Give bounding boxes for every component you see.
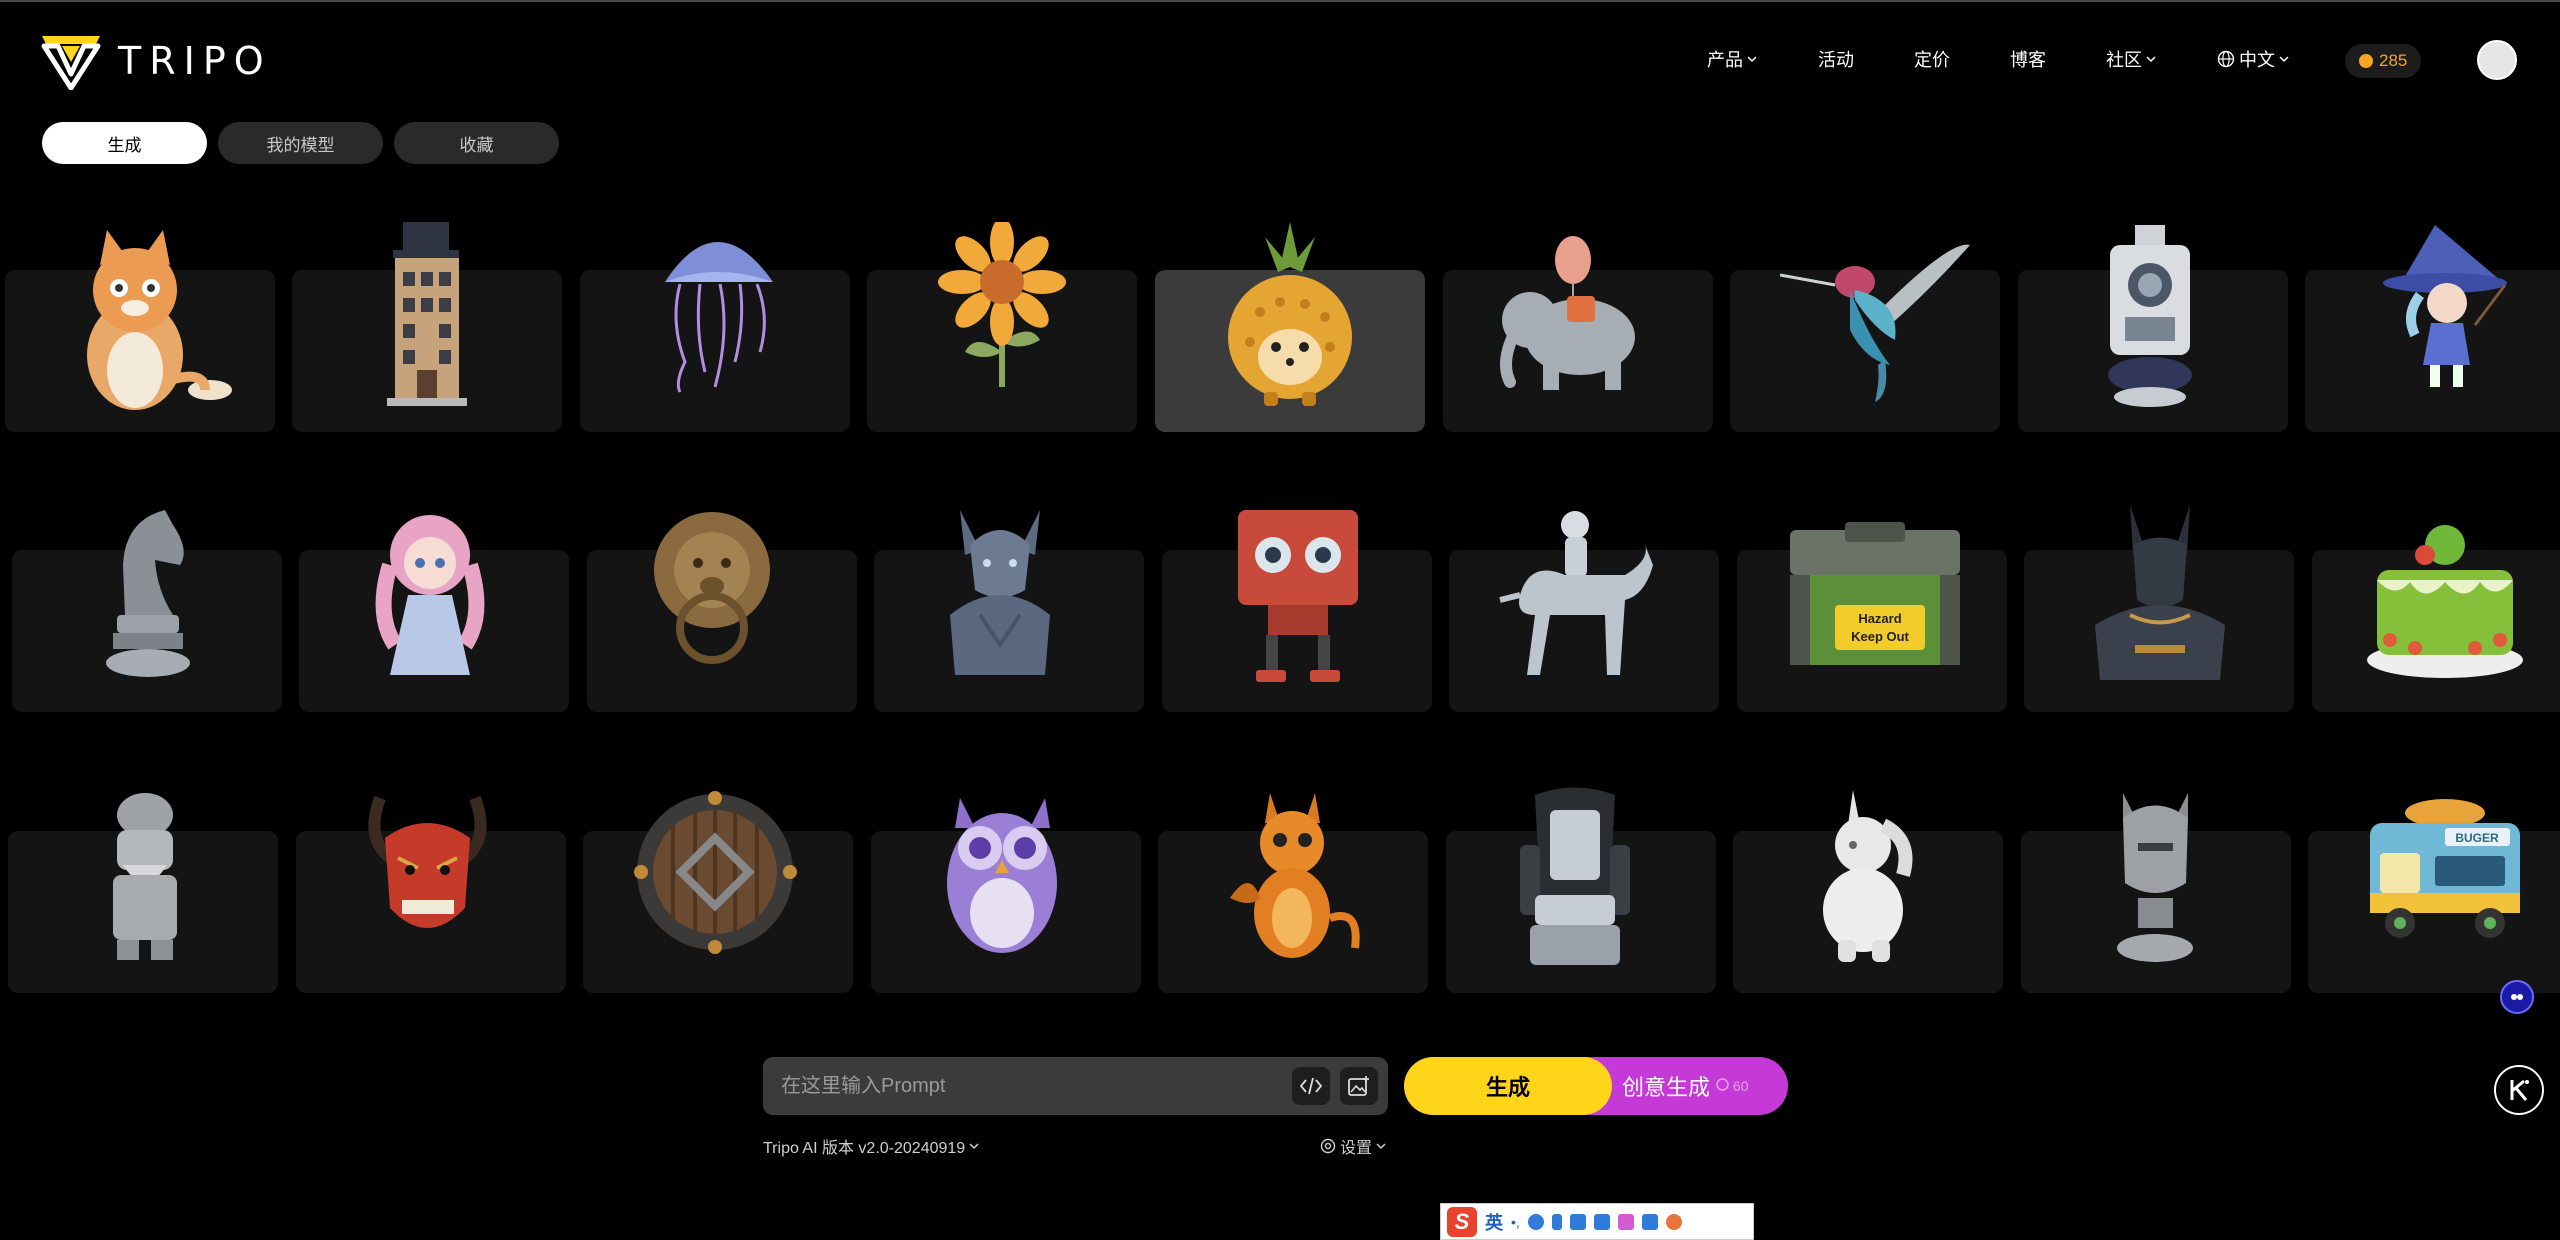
witch-girl-thumbnail — [2375, 225, 2510, 395]
prompt-bar — [763, 1057, 1388, 1115]
burger-truck-thumbnail: BUGER — [2360, 798, 2530, 948]
user-icon[interactable] — [1593, 1213, 1610, 1230]
emoji-icon[interactable] — [1527, 1213, 1544, 1230]
language-label: 中文 — [2239, 50, 2275, 70]
anubis-bust-thumbnail — [2085, 505, 2235, 685]
creative-generate-button[interactable]: 创意生成 60 — [1622, 1057, 1748, 1115]
skin-icon[interactable] — [1617, 1213, 1634, 1230]
code-icon — [1299, 1077, 1323, 1095]
creative-cost-value: 60 — [1732, 1078, 1749, 1094]
image-upload-button[interactable] — [1340, 1067, 1378, 1105]
chevron-down-icon — [2279, 56, 2289, 63]
oni-mask-thumbnail — [360, 788, 495, 948]
jellyfish-thumbnail — [645, 222, 790, 397]
globe-icon — [2217, 50, 2235, 68]
assistant-widget-button[interactable] — [2500, 980, 2534, 1014]
generate-button[interactable]: 生成 — [1404, 1057, 1612, 1115]
microphone-icon[interactable] — [1551, 1213, 1562, 1230]
apps-icon[interactable] — [1641, 1213, 1658, 1230]
green-cake-thumbnail — [2365, 520, 2525, 680]
unicorn-pony-thumbnail — [1808, 790, 1923, 965]
settings-label: 设置 — [1340, 1140, 1373, 1157]
nav-item-blog[interactable]: 博客 — [2010, 46, 2046, 72]
mascot-icon[interactable] — [1665, 1213, 1682, 1230]
eyes-icon — [2511, 994, 2523, 1000]
dragon-bust-thumbnail — [935, 505, 1065, 680]
coin-outline-icon — [1716, 1078, 1729, 1091]
nav-item-events[interactable]: 活动 — [1818, 46, 1854, 72]
purple-owl-thumbnail — [940, 788, 1065, 958]
hazard-chest-thumbnail: Hazard Keep Out — [1785, 520, 1965, 670]
credits-count: 285 — [2379, 51, 2408, 70]
punctuation-icon[interactable]: •, — [1511, 1214, 1520, 1230]
sunflower-thumbnail — [935, 222, 1070, 392]
tab-generate[interactable]: 生成 — [42, 122, 207, 164]
version-selector[interactable]: Tripo AI 版本 v2.0-20240919 — [763, 1134, 979, 1158]
code-button[interactable] — [1292, 1067, 1330, 1105]
help-widget-button[interactable] — [2494, 1065, 2544, 1115]
gaming-chair-thumbnail — [1510, 785, 1640, 975]
stone-dwarf-thumbnail — [95, 790, 195, 970]
settings-dropdown[interactable]: 设置 — [1320, 1134, 1386, 1158]
prompt-input[interactable] — [763, 1057, 1292, 1115]
chevron-down-icon — [1376, 1143, 1386, 1150]
tophat-building-thumbnail — [365, 222, 490, 407]
sogou-logo-icon[interactable]: S — [1447, 1206, 1477, 1237]
ime-language[interactable]: 英 — [1485, 1209, 1503, 1235]
nav-label: 定价 — [1914, 50, 1950, 70]
coin-icon — [2359, 54, 2373, 68]
top-nav: 产品 活动 定价 博客 社区 中文 — [0, 46, 2560, 78]
chess-knight-thumbnail — [95, 505, 195, 680]
top-border — [0, 0, 2560, 2]
settings-icon — [1320, 1138, 1336, 1154]
k-logo-icon — [2510, 1079, 2529, 1101]
chevron-down-icon — [969, 1143, 979, 1150]
language-selector[interactable]: 中文 — [2217, 46, 2289, 72]
tab-my-models[interactable]: 我的模型 — [218, 122, 383, 164]
chest-label-keep-out: Keep Out — [1851, 629, 1909, 644]
boxy-robot-thumbnail — [1228, 505, 1368, 685]
round-shield-thumbnail — [633, 790, 798, 955]
nav-label: 社区 — [2106, 50, 2142, 70]
cat-figurine-thumbnail — [55, 220, 235, 420]
nav-label: 活动 — [1818, 50, 1854, 70]
hummingbird-thumbnail — [1780, 230, 1970, 405]
keyboard-icon[interactable] — [1569, 1213, 1586, 1230]
creative-generate-label: 创意生成 — [1622, 1075, 1711, 1100]
creative-cost: 60 — [1716, 1078, 1748, 1094]
credits-badge[interactable]: 285 — [2345, 44, 2422, 78]
helmet-bust-thumbnail — [2108, 788, 2203, 966]
astronaut-horse-rider-thumbnail — [1495, 505, 1655, 685]
chevron-down-icon — [2146, 56, 2156, 63]
anime-girl-thumbnail — [370, 505, 490, 685]
balloon-elephant-thumbnail — [1495, 232, 1655, 392]
surveying-instrument-thumbnail — [2095, 225, 2205, 410]
chevron-down-icon — [1747, 56, 1757, 63]
nav-label: 博客 — [2010, 50, 2046, 70]
truck-label: BUGER — [2455, 831, 2499, 845]
tab-favorites[interactable]: 收藏 — [394, 122, 559, 164]
user-avatar[interactable] — [2477, 40, 2517, 80]
nav-item-pricing[interactable]: 定价 — [1914, 46, 1950, 72]
generate-button-group: 生成 创意生成 60 — [1404, 1057, 1788, 1115]
pineapple-hedgehog-thumbnail — [1220, 222, 1360, 412]
version-label: Tripo AI 版本 v2.0-20240919 — [763, 1140, 966, 1157]
lion-door-knocker-thumbnail — [650, 508, 775, 668]
view-tabs: 生成 我的模型 收藏 — [42, 122, 559, 164]
orange-dragon-thumbnail — [1220, 788, 1365, 963]
nav-item-community[interactable]: 社区 — [2106, 46, 2156, 72]
nav-label: 产品 — [1707, 50, 1743, 70]
chest-label-hazard: Hazard — [1858, 611, 1901, 626]
nav-item-product[interactable]: 产品 — [1707, 46, 1757, 72]
ime-toolbar: S 英 •, — [1440, 1203, 1754, 1240]
image-upload-icon — [1348, 1076, 1369, 1096]
